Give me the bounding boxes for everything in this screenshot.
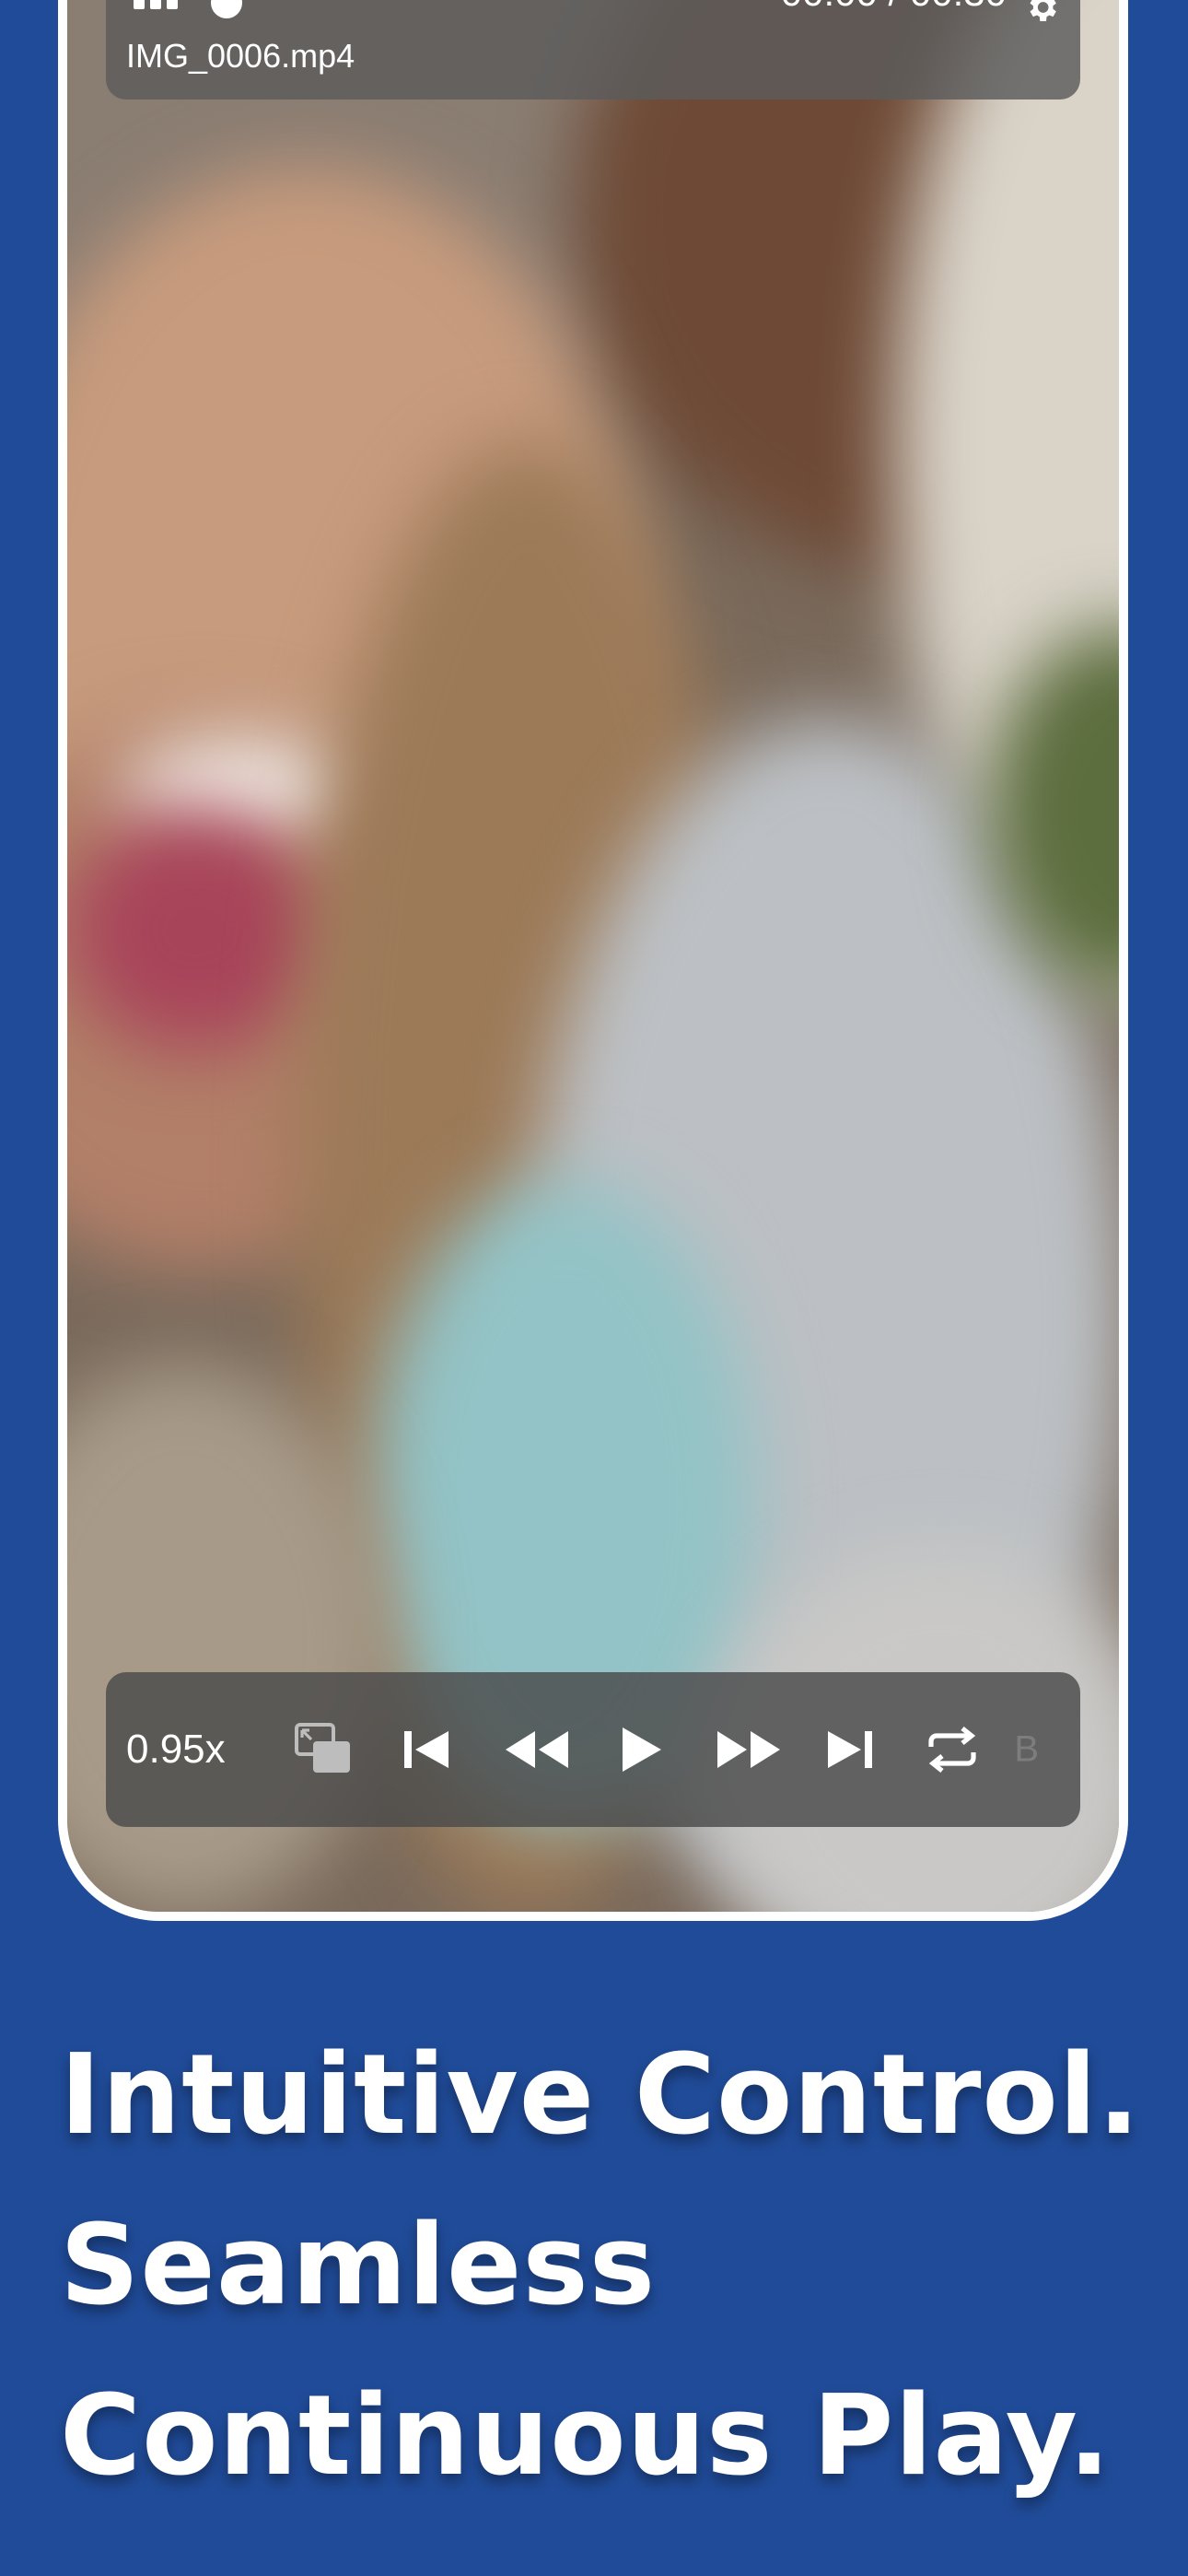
skip-next-icon[interactable] [824,1727,876,1772]
menu-icon[interactable] [134,0,178,9]
tagline: Intuitive Control. Seamless Continuous P… [60,2010,1174,2522]
top-bar: 00:00 / 00:30 IMG_0006.mp4 [106,0,1080,100]
record-dot-icon[interactable] [211,0,242,18]
skip-previous-icon[interactable] [401,1727,452,1772]
faded-control[interactable]: B [1014,1729,1039,1771]
tagline-line-1: Intuitive Control. [60,2032,1141,2160]
fast-forward-icon[interactable] [714,1727,784,1772]
tagline-line-3: Continuous Play. [60,2372,1112,2500]
repeat-icon[interactable] [924,1727,981,1773]
rewind-icon[interactable] [502,1727,572,1772]
gear-icon[interactable] [1023,0,1060,26]
video-frame[interactable] [67,0,1119,1912]
play-icon[interactable] [617,1724,665,1775]
playback-controls: 0.95x B [106,1672,1080,1827]
picture-in-picture-icon[interactable] [295,1723,354,1776]
video-filename: IMG_0006.mp4 [126,37,355,75]
phone-frame: 00:00 / 00:30 IMG_0006.mp4 0.95x [58,0,1128,1921]
tagline-line-2: Seamless [60,2202,657,2330]
time-readout: 00:00 / 00:30 [781,0,1007,15]
playback-speed-button[interactable]: 0.95x [126,1727,226,1773]
